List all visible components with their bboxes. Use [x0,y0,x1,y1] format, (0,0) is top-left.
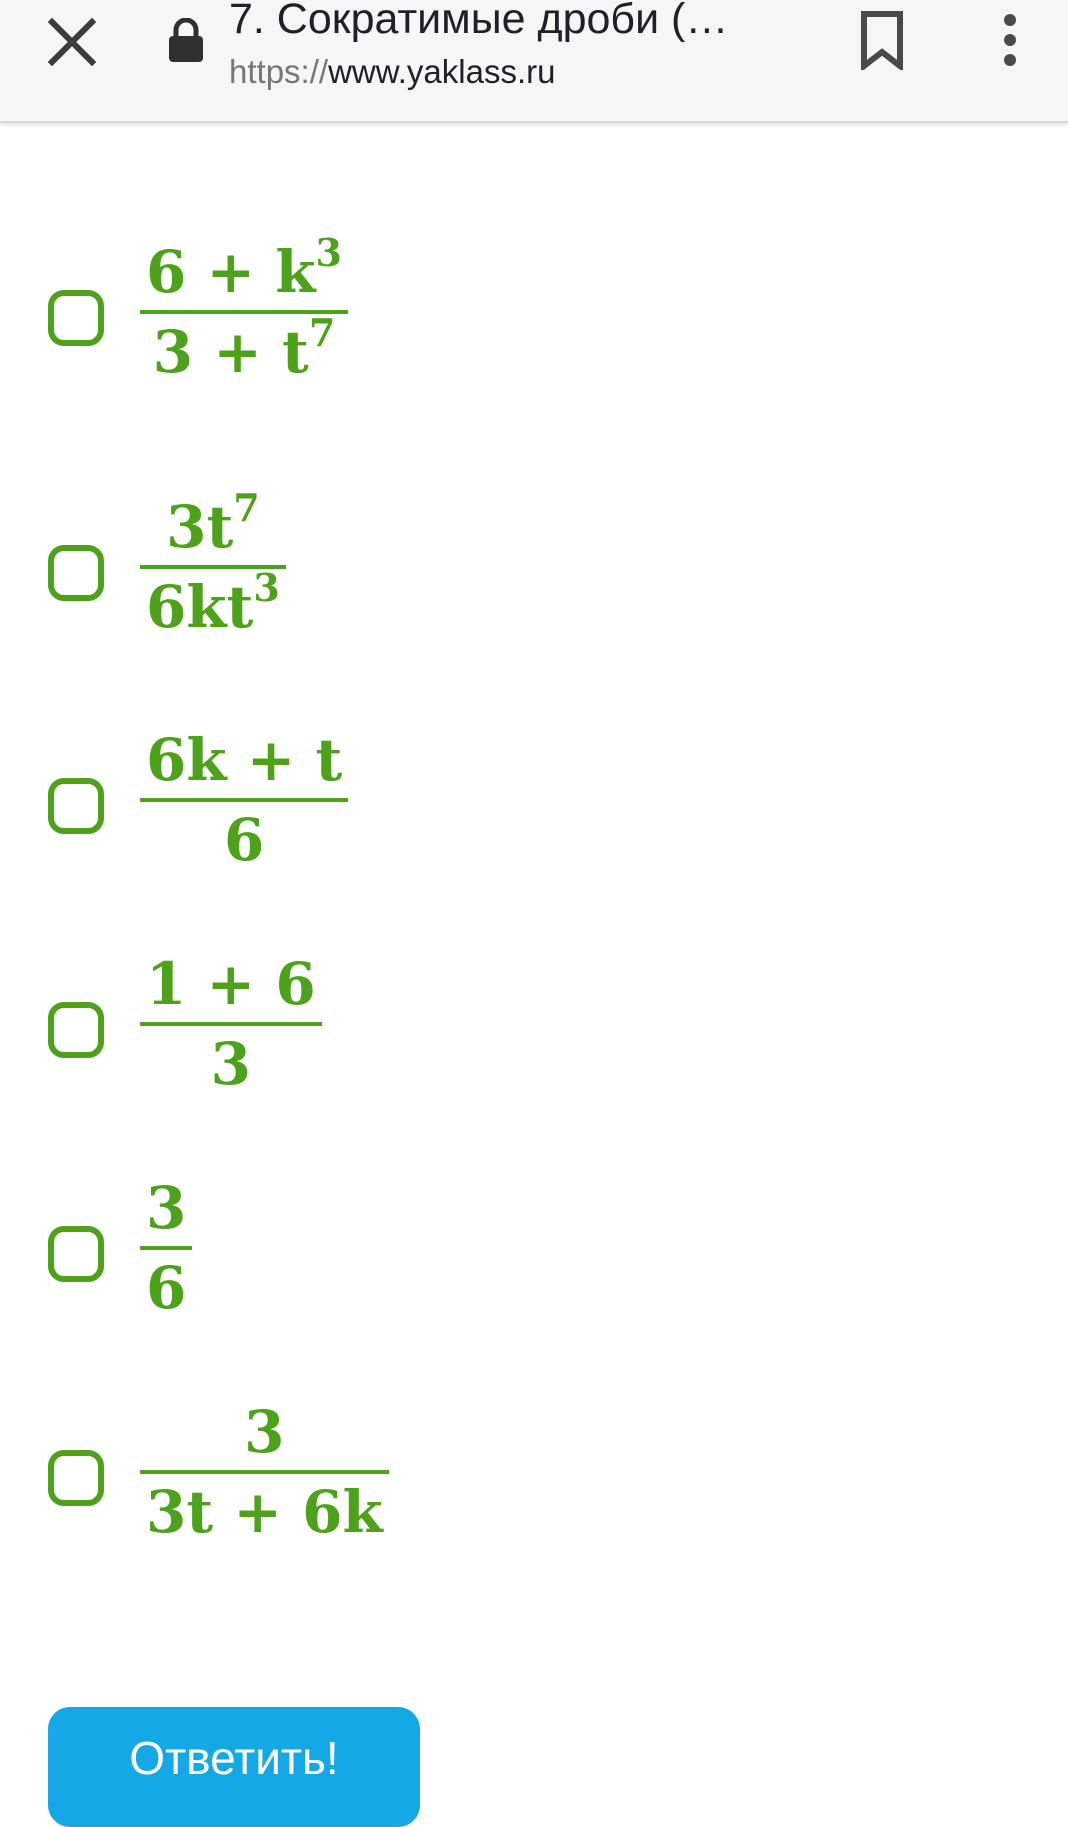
fraction-denominator: 6kt3 [146,564,280,641]
option-checkbox[interactable] [48,545,104,601]
page-title: 7. Сократимые дроби (… [229,0,729,43]
close-icon[interactable] [44,14,100,70]
fraction-denominator: 3t + 6k [146,1478,383,1546]
answer-button[interactable]: Ответить! [48,1707,420,1827]
option-checkbox[interactable] [48,1450,104,1506]
answer-option-5[interactable]: 3 6 [0,1174,1068,1328]
fraction-numerator: 1 + 6 [146,950,316,1018]
url-scheme: https:// [229,53,329,90]
fraction-numerator: 6k + t [146,726,343,794]
option-fraction: 3t7 6kt3 [140,484,286,645]
answer-option-4[interactable]: 1 + 6 3 [0,950,1068,1104]
answer-option-2[interactable]: 3t7 6kt3 [0,488,1068,647]
answer-option-1[interactable]: 6 + k3 3 + t7 [0,233,1068,392]
option-checkbox[interactable] [48,1002,104,1058]
fraction-denominator: 6 [146,1254,187,1322]
answer-button-label: Ответить! [129,1732,339,1784]
bookmark-icon[interactable] [856,10,908,73]
option-checkbox[interactable] [48,778,104,834]
answer-option-6[interactable]: 3 3t + 6k [0,1398,1068,1552]
more-vert-icon[interactable] [992,10,1028,70]
fraction-numerator: 6 + k3 [146,229,342,306]
option-fraction: 1 + 6 3 [140,946,322,1102]
option-fraction: 3 6 [140,1170,193,1326]
option-checkbox[interactable] [48,1226,104,1282]
browser-toolbar: 7. Сократимые дроби (… https://www.yakla… [0,0,1068,123]
fraction-denominator: 3 + t7 [152,309,336,386]
fraction-numerator: 3 [146,1174,187,1242]
option-fraction: 3 3t + 6k [140,1394,389,1550]
fraction-denominator: 3 [210,1030,252,1098]
fraction-denominator: 6 [223,806,265,874]
fraction-numerator: 3t7 [166,484,260,561]
option-fraction: 6 + k3 3 + t7 [140,229,348,390]
lock-icon [166,17,206,62]
url-host: www.yaklass.ru [328,53,556,90]
option-fraction: 6k + t 6 [140,722,349,878]
page-url[interactable]: https://www.yaklass.ru [229,52,555,92]
option-checkbox[interactable] [48,290,104,346]
fraction-numerator: 3 [244,1398,285,1466]
answer-option-3[interactable]: 6k + t 6 [0,726,1068,880]
